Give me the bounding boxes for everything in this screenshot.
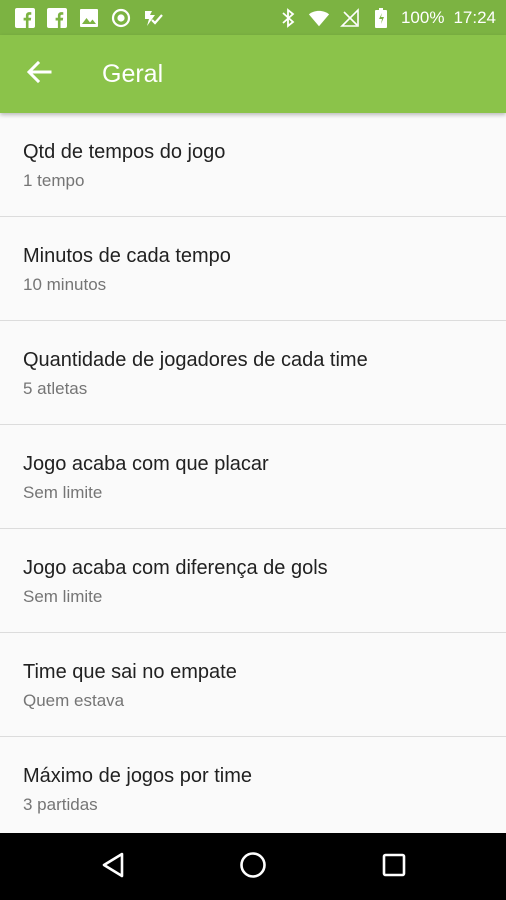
- battery-percent: 100%: [400, 8, 445, 27]
- navigation-bar: [0, 833, 506, 900]
- setting-tie-rule[interactable]: Time que sai no empate Quem estava: [0, 633, 506, 737]
- setting-title: Time que sai no empate: [23, 661, 237, 683]
- setting-players-per-team[interactable]: Quantidade de jogadores de cada time 5 a…: [0, 321, 506, 425]
- recents-square-icon: [381, 852, 407, 883]
- setting-value: Sem limite: [23, 587, 103, 606]
- setting-period-minutes[interactable]: Minutos de cada tempo 10 minutos: [0, 217, 506, 321]
- setting-score-limit[interactable]: Jogo acaba com que placar Sem limite: [0, 425, 506, 529]
- setting-value: 3 partidas: [23, 795, 98, 814]
- setting-goal-difference[interactable]: Jogo acaba com diferença de gols Sem lim…: [0, 529, 506, 633]
- image-icon: [78, 7, 100, 29]
- setting-title: Jogo acaba com diferença de gols: [23, 557, 328, 579]
- setting-periods[interactable]: Qtd de tempos do jogo 1 tempo: [0, 113, 506, 217]
- wifi-icon: [308, 7, 330, 29]
- setting-value: 5 atletas: [23, 379, 88, 398]
- bluetooth-icon: [277, 7, 299, 29]
- setting-title: Quantidade de jogadores de cada time: [23, 349, 368, 371]
- settings-list: Qtd de tempos do jogo 1 tempo Minutos de…: [0, 113, 506, 841]
- battery-icon: [370, 7, 392, 29]
- setting-value: 10 minutos: [23, 275, 107, 294]
- back-triangle-icon: [100, 851, 126, 884]
- setting-title: Minutos de cada tempo: [23, 245, 231, 267]
- setting-value: Quem estava: [23, 691, 125, 710]
- setting-value: Sem limite: [23, 483, 103, 502]
- facebook-icon: [14, 7, 36, 29]
- nav-home-button[interactable]: [236, 850, 270, 884]
- nav-back-button[interactable]: [96, 850, 130, 884]
- setting-title: Jogo acaba com que placar: [23, 453, 269, 475]
- facebook-icon: [46, 7, 68, 29]
- no-signal-icon: [339, 7, 361, 29]
- check-badge-icon: [142, 7, 164, 29]
- home-circle-icon: [238, 850, 268, 885]
- notification-icons: [14, 7, 164, 29]
- app-bar: Geral: [0, 35, 506, 113]
- setting-title: Qtd de tempos do jogo: [23, 141, 226, 163]
- setting-max-games[interactable]: Máximo de jogos por time 3 partidas: [0, 737, 506, 841]
- setting-value: 1 tempo: [23, 171, 85, 190]
- back-button[interactable]: [20, 57, 58, 91]
- setting-title: Máximo de jogos por time: [23, 765, 252, 787]
- radio-icon: [110, 7, 132, 29]
- clock-time: 17:24: [453, 8, 496, 27]
- arrow-back-icon: [26, 60, 52, 89]
- page-title: Geral: [102, 60, 164, 88]
- nav-recents-button[interactable]: [377, 850, 411, 884]
- status-bar: 100% 17:24: [0, 0, 506, 35]
- system-icons: 100% 17:24: [277, 7, 496, 29]
